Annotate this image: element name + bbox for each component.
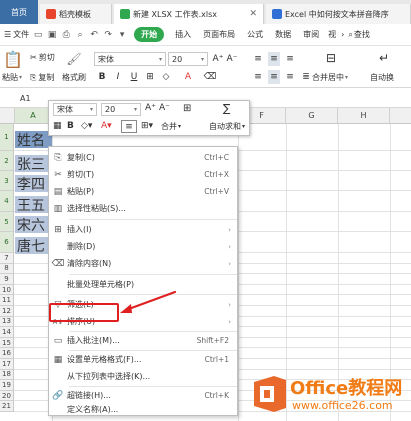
watermark-logo: Office教程网 www.office26.com <box>248 372 408 418</box>
watermark-url: www.office26.com <box>292 399 393 412</box>
office-logo-icon <box>254 376 286 412</box>
watermark-title: Office教程网 <box>290 378 403 399</box>
annotation-arrow <box>120 290 177 313</box>
